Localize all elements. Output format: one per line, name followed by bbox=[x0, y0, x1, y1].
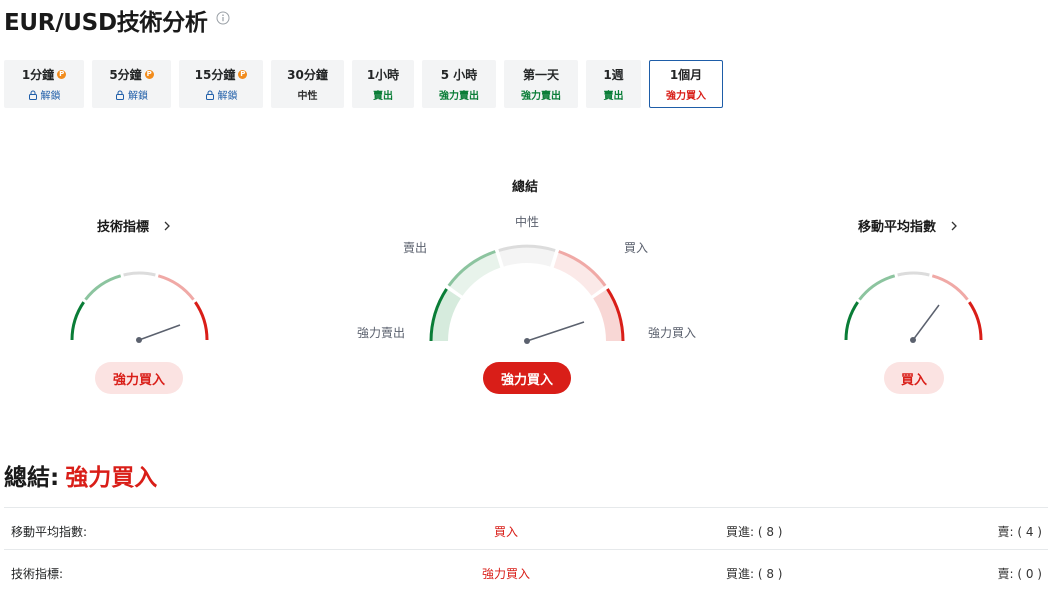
technical-indicators-result-badge: 強力買入 bbox=[95, 362, 183, 394]
tab-1week[interactable]: 1週 賣出 bbox=[586, 60, 641, 108]
gauge-label-strong-sell: 強力賣出 bbox=[357, 326, 406, 340]
gauge-needle bbox=[138, 324, 181, 341]
tab-label: 1分鐘 bbox=[21, 68, 55, 82]
moving-averages-title: 移動平均指數 bbox=[858, 220, 937, 235]
tab-label: 第一天 bbox=[522, 68, 559, 82]
tab-1hour[interactable]: 1小時 賣出 bbox=[352, 60, 414, 108]
pro-badge-icon: P bbox=[57, 70, 67, 79]
tab-value: 強力賣出 bbox=[521, 91, 561, 102]
moving-averages-link[interactable]: 移動平均指數 bbox=[858, 216, 958, 235]
moving-averages-result-badge: 買入 bbox=[884, 362, 944, 394]
table-row: 技術指標: 強力買入 買進: ( 8 ) 賣: ( 0 ) bbox=[4, 549, 1048, 592]
tab-label: 15分鐘 bbox=[194, 68, 236, 82]
chevron-right-icon bbox=[951, 221, 957, 230]
row-name: 技術指標: bbox=[11, 567, 64, 581]
title-row: EUR/USD技術分析 bbox=[4, 3, 230, 37]
tab-value: 賣出 bbox=[603, 91, 624, 102]
tab-label: 1小時 bbox=[366, 68, 400, 82]
technical-indicators-link[interactable]: 技術指標 bbox=[97, 216, 171, 235]
row-buy-count: 買進: ( 8 ) bbox=[726, 567, 783, 581]
info-icon[interactable] bbox=[216, 11, 230, 25]
gauge-label-neutral: 中性 bbox=[515, 215, 540, 229]
tab-value: 解鎖 bbox=[40, 91, 61, 102]
tab-value: 中性 bbox=[297, 91, 318, 102]
tab-5hour[interactable]: 5 小時 強力賣出 bbox=[422, 60, 496, 108]
tab-value: 賣出 bbox=[373, 91, 393, 102]
tab-30min[interactable]: 30分鐘 中性 bbox=[271, 60, 344, 108]
row-signal: 買入 bbox=[493, 525, 518, 539]
technical-indicators-gauge bbox=[70, 271, 209, 343]
moving-averages-gauge bbox=[844, 271, 983, 343]
tab-value: 強力賣出 bbox=[439, 91, 479, 102]
tab-label: 30分鐘 bbox=[287, 68, 328, 82]
lock-icon bbox=[28, 90, 37, 100]
tab-1month[interactable]: 1個月 強力買入 bbox=[649, 60, 723, 108]
summary-result-badge: 強力買入 bbox=[483, 362, 571, 394]
gauge-needle bbox=[526, 321, 585, 342]
summary-value: 強力買入 bbox=[65, 465, 158, 491]
gauge-needle bbox=[912, 304, 940, 341]
pro-badge-icon: P bbox=[144, 70, 154, 79]
row-signal: 強力買入 bbox=[481, 567, 530, 581]
tab-1day[interactable]: 第一天 強力賣出 bbox=[504, 60, 578, 108]
gauge-label-strong-buy: 強力買入 bbox=[648, 326, 697, 340]
tab-5min[interactable]: 5分鐘 P 解鎖 bbox=[92, 60, 171, 108]
summary-gauge-title: 總結 bbox=[512, 180, 539, 195]
summary-heading: 總結: 強力買入 bbox=[4, 458, 157, 492]
page-title: EUR/USD技術分析 bbox=[4, 10, 208, 36]
summary-prefix: 總結: bbox=[4, 465, 60, 491]
row-sell-count: 賣: ( 0 ) bbox=[997, 567, 1043, 581]
lock-icon bbox=[116, 90, 124, 100]
tab-label: 1週 bbox=[603, 68, 624, 82]
row-name: 移動平均指數: bbox=[11, 525, 88, 539]
summary-gauge bbox=[429, 244, 625, 344]
row-sell-count: 賣: ( 4 ) bbox=[997, 525, 1043, 539]
tab-label: 5 小時 bbox=[440, 68, 478, 82]
tab-label: 1個月 bbox=[669, 68, 703, 82]
tab-value: 解鎖 bbox=[217, 91, 238, 102]
tab-15min[interactable]: 15分鐘 P 解鎖 bbox=[179, 60, 263, 108]
tab-label: 5分鐘 bbox=[109, 68, 142, 82]
chevron-right-icon bbox=[164, 221, 170, 230]
lock-icon bbox=[205, 90, 214, 100]
timeframe-tabs: 1分鐘 P 解鎖 5分鐘 P 解鎖 15分鐘 P 解鎖 30分鐘 中性 1小時 賣出 … bbox=[4, 60, 731, 108]
technical-indicators-title: 技術指標 bbox=[97, 220, 150, 235]
tab-value: 解鎖 bbox=[128, 91, 148, 102]
table-row: 移動平均指數: 買入 買進: ( 8 ) 賣: ( 4 ) bbox=[4, 507, 1048, 550]
row-buy-count: 買進: ( 8 ) bbox=[726, 525, 783, 539]
pro-badge-icon: P bbox=[238, 70, 248, 79]
tab-1min[interactable]: 1分鐘 P 解鎖 bbox=[4, 60, 84, 108]
tab-value: 強力買入 bbox=[666, 91, 706, 102]
